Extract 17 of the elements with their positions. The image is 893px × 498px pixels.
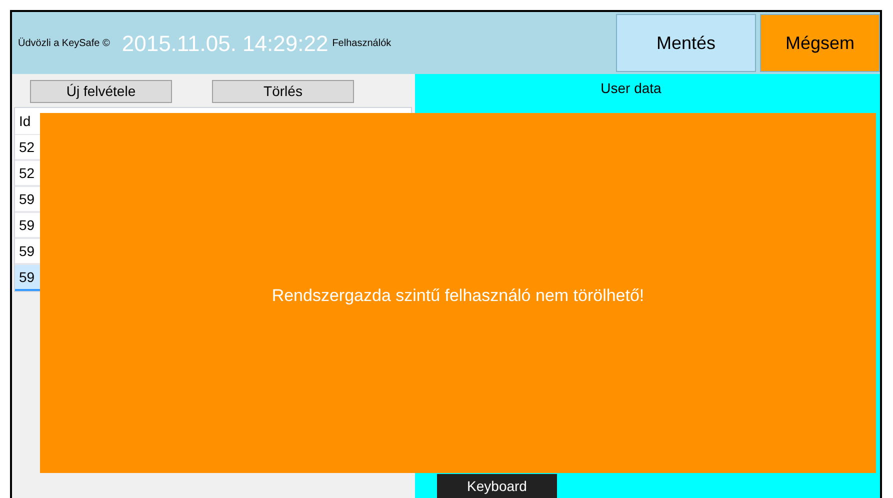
panel-title: User data: [600, 79, 662, 98]
save-button[interactable]: Mentés: [616, 14, 756, 72]
table-cell-text: 59: [18, 269, 35, 285]
cancel-button[interactable]: Mégsem: [760, 14, 880, 72]
table-cell-text: 52: [18, 139, 35, 155]
table-cell-text: 59: [18, 191, 35, 207]
table-cell-text: 59: [18, 217, 35, 233]
message-text: Rendszergazda szintű felhasználó nem törölhető!: [272, 285, 644, 305]
new-record-button[interactable]: Új felvétele: [30, 80, 172, 103]
column-header: Id: [18, 112, 31, 130]
table-cell-text: 59: [18, 243, 35, 259]
date-time: 2015.11.05. 14:29:22: [122, 30, 328, 58]
keyboard-button[interactable]: Keyboard: [437, 474, 557, 498]
section-title: Felhasználók: [332, 36, 392, 50]
welcome-text: Üdvözli a KeySafe ©: [18, 36, 110, 50]
delete-button[interactable]: Törlés: [212, 80, 354, 103]
table-cell-text: 52: [18, 165, 35, 181]
